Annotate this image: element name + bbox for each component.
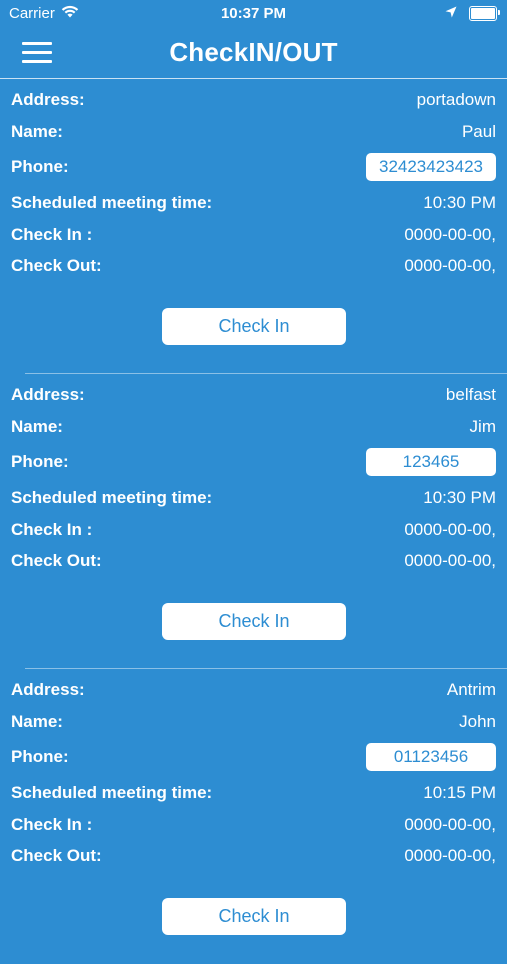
- check-out-value: 0000-00-00,: [404, 846, 496, 865]
- battery-fill: [471, 8, 495, 19]
- scheduled-row: Scheduled meeting time: 10:30 PM: [11, 485, 496, 511]
- check-in-row: Check In : 0000-00-00,: [11, 812, 496, 838]
- status-bar: Carrier 10:37 PM: [0, 0, 507, 28]
- address-value: belfast: [445, 385, 496, 404]
- checkin-list[interactable]: Address: portadown Name: Paul Phone: 324…: [0, 79, 507, 964]
- scheduled-value: 10:30 PM: [423, 193, 496, 212]
- check-in-button[interactable]: Check In: [162, 603, 346, 640]
- phone-link[interactable]: 01123456: [366, 743, 496, 771]
- name-label: Name:: [11, 712, 63, 731]
- check-in-value: 0000-00-00,: [404, 225, 496, 244]
- scheduled-row: Scheduled meeting time: 10:15 PM: [11, 780, 496, 806]
- check-in-label: Check In :: [11, 815, 93, 834]
- location-arrow-icon: [445, 5, 457, 22]
- address-row: Address: belfast: [11, 382, 496, 408]
- check-out-row: Check Out: 0000-00-00,: [11, 548, 496, 574]
- check-out-row: Check Out: 0000-00-00,: [11, 843, 496, 869]
- check-in-label: Check In :: [11, 520, 93, 539]
- check-in-label: Check In :: [11, 225, 93, 244]
- phone-label: Phone:: [11, 157, 69, 176]
- battery-tip: [498, 10, 500, 15]
- scheduled-row: Scheduled meeting time: 10:30 PM: [11, 190, 496, 216]
- name-row: Name: Jim: [11, 414, 496, 440]
- list-item: Address: belfast Name: Jim Phone: 123465…: [0, 374, 507, 669]
- check-in-row: Check In : 0000-00-00,: [11, 517, 496, 543]
- name-row: Name: Paul: [11, 119, 496, 145]
- check-out-row: Check Out: 0000-00-00,: [11, 253, 496, 279]
- check-in-value: 0000-00-00,: [404, 520, 496, 539]
- page-title: CheckIN/OUT: [169, 37, 338, 67]
- address-label: Address:: [11, 385, 85, 404]
- address-label: Address:: [11, 90, 85, 109]
- scheduled-label: Scheduled meeting time:: [11, 488, 213, 507]
- name-label: Name:: [11, 417, 63, 436]
- phone-link[interactable]: 123465: [366, 448, 496, 476]
- check-in-button[interactable]: Check In: [162, 898, 346, 935]
- phone-row: Phone: 01123456: [11, 743, 496, 771]
- check-out-label: Check Out:: [11, 256, 102, 275]
- name-label: Name:: [11, 122, 63, 141]
- scheduled-label: Scheduled meeting time:: [11, 783, 213, 802]
- name-value: Paul: [461, 122, 496, 141]
- scheduled-value: 10:30 PM: [423, 488, 496, 507]
- check-in-value: 0000-00-00,: [404, 815, 496, 834]
- check-out-value: 0000-00-00,: [404, 551, 496, 570]
- address-value: portadown: [416, 90, 496, 109]
- check-out-label: Check Out:: [11, 551, 102, 570]
- scheduled-value: 10:15 PM: [423, 783, 496, 802]
- address-row: Address: portadown: [11, 87, 496, 113]
- scheduled-label: Scheduled meeting time:: [11, 193, 213, 212]
- status-time: 10:37 PM: [220, 5, 287, 22]
- address-value: Antrim: [446, 680, 496, 699]
- list-item: Address: Antrim Name: John Phone: 011234…: [0, 669, 507, 964]
- check-out-label: Check Out:: [11, 846, 102, 865]
- list-item: Address: portadown Name: Paul Phone: 324…: [0, 79, 507, 374]
- status-right-group: [445, 5, 500, 22]
- name-value: John: [459, 712, 496, 731]
- phone-row: Phone: 123465: [11, 448, 496, 476]
- battery-icon: [469, 6, 500, 21]
- address-label: Address:: [11, 680, 85, 699]
- check-in-row: Check In : 0000-00-00,: [11, 222, 496, 248]
- check-in-button[interactable]: Check In: [162, 308, 346, 345]
- phone-link[interactable]: 32423423423: [366, 153, 496, 181]
- navigation-bar: CheckIN/OUT: [0, 28, 507, 79]
- phone-row: Phone: 32423423423: [11, 153, 496, 181]
- name-row: Name: John: [11, 709, 496, 735]
- address-row: Address: Antrim: [11, 677, 496, 703]
- phone-label: Phone:: [11, 747, 69, 766]
- phone-label: Phone:: [11, 452, 69, 471]
- name-value: Jim: [469, 417, 496, 436]
- check-out-value: 0000-00-00,: [404, 256, 496, 275]
